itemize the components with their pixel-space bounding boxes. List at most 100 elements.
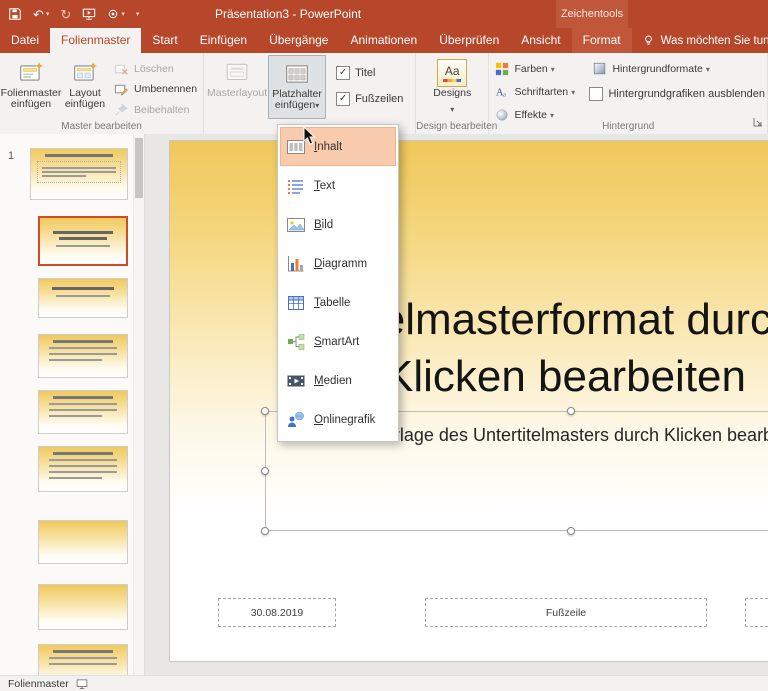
hide-background-graphics-checkbox[interactable] bbox=[589, 87, 604, 101]
statusbar: Folienmaster bbox=[0, 675, 768, 691]
slide-number-label: 1 bbox=[8, 150, 15, 162]
tell-me-search[interactable]: Was möchten Sie tun? bbox=[632, 28, 768, 53]
group-design-bearbeiten: Aa Designs Design bearbeiten bbox=[416, 53, 498, 134]
colors-label: Farben bbox=[514, 63, 554, 75]
text-placeholder-icon bbox=[286, 176, 306, 196]
pin-icon bbox=[115, 103, 128, 116]
resize-handle[interactable] bbox=[261, 467, 269, 475]
undo-button[interactable]: ↶ ▾ bbox=[33, 8, 49, 21]
customize-quick-access-button[interactable]: ▾ bbox=[136, 10, 140, 18]
slide-canvas: Titelmasterformat durch Klicken bearbeit… bbox=[146, 134, 768, 675]
thumbnail-title-layout-selected[interactable] bbox=[38, 216, 128, 266]
title-checkbox-row[interactable]: ✓ Titel bbox=[336, 66, 403, 80]
footers-checkbox-row[interactable]: ✓ Fußzeilen bbox=[336, 92, 403, 106]
slide-subtitle-text[interactable]: Formatvorlage des Untertitelmasters durc… bbox=[170, 425, 768, 446]
start-slideshow-button[interactable] bbox=[82, 7, 96, 21]
fonts-label: Schriftarten bbox=[514, 86, 575, 98]
thumbnail-layout[interactable] bbox=[38, 584, 128, 630]
tab-datei[interactable]: Datei bbox=[0, 28, 50, 53]
thumbnail-layout[interactable] bbox=[38, 644, 128, 675]
effects-icon bbox=[496, 109, 508, 121]
footers-checkbox[interactable]: ✓ bbox=[336, 92, 351, 106]
insert-placeholder-button[interactable]: Platzhalter einfügen bbox=[268, 55, 327, 119]
touch-mode-button[interactable]: ▾ bbox=[107, 8, 125, 20]
redo-button[interactable]: ↻ bbox=[60, 8, 71, 21]
thumbnail-layout[interactable] bbox=[38, 520, 128, 564]
menu-item-bild[interactable]: Bild bbox=[280, 205, 396, 244]
background-styles-button[interactable]: Hintergrundformate bbox=[589, 59, 765, 79]
resize-handle[interactable] bbox=[567, 407, 575, 415]
themes-icon: Aa bbox=[437, 59, 468, 87]
colors-icon bbox=[496, 62, 509, 76]
colors-button[interactable]: Farben bbox=[491, 59, 583, 79]
redo-icon: ↻ bbox=[60, 6, 72, 22]
group-label-design-bearbeiten: Design bearbeiten bbox=[416, 121, 498, 132]
themes-button[interactable]: Aa Designs bbox=[422, 55, 482, 119]
delete-button[interactable]: Löschen bbox=[110, 60, 201, 78]
tab-uebergaenge[interactable]: Übergänge bbox=[258, 28, 339, 53]
chart-placeholder-icon bbox=[286, 254, 306, 274]
group-label-master-bearbeiten: Master bearbeiten bbox=[61, 121, 142, 132]
dialog-launcher-button[interactable] bbox=[753, 114, 763, 132]
save-icon bbox=[9, 8, 21, 20]
table-placeholder-icon bbox=[286, 293, 306, 313]
menu-item-label: Medien bbox=[314, 374, 352, 387]
menu-item-smartart[interactable]: SmartArt bbox=[280, 322, 396, 361]
rename-button[interactable]: Umbenennen bbox=[110, 80, 201, 98]
tab-ueberpruefen[interactable]: Überprüfen bbox=[428, 28, 510, 53]
insert-slide-master-button[interactable]: Folienmaster einfügen bbox=[1, 55, 61, 119]
slide-title-placeholder[interactable]: Titelmasterformat durch Klicken bearbeit… bbox=[170, 291, 768, 405]
rename-icon bbox=[114, 84, 128, 96]
thumbnail-layout[interactable] bbox=[38, 334, 128, 378]
resize-handle[interactable] bbox=[261, 527, 269, 535]
master-layout-button[interactable]: Masterlayout bbox=[206, 55, 268, 119]
slide-thumbnail-panel: 1 bbox=[0, 134, 145, 675]
hide-background-graphics-row[interactable]: Hintergrundgrafiken ausblenden bbox=[589, 87, 765, 101]
thumbnail-layout[interactable] bbox=[38, 446, 128, 492]
tab-ansicht[interactable]: Ansicht bbox=[510, 28, 571, 53]
menu-item-text[interactable]: Text bbox=[280, 166, 396, 205]
menu-item-label: Onlinegrafik bbox=[314, 413, 376, 426]
menu-item-inhalt[interactable]: Inhalt bbox=[280, 127, 396, 166]
slide-editing-surface[interactable]: Titelmasterformat durch Klicken bearbeit… bbox=[170, 141, 768, 661]
preserve-button[interactable]: Beibehalten bbox=[110, 101, 201, 119]
menu-item-medien[interactable]: Medien bbox=[280, 361, 396, 400]
menu-item-tabelle[interactable]: Tabelle bbox=[280, 283, 396, 322]
thumbnail-scrollbar[interactable] bbox=[133, 134, 144, 675]
window-title: Präsentation3 - PowerPoint bbox=[215, 7, 362, 21]
menu-item-diagramm[interactable]: Diagramm bbox=[280, 244, 396, 283]
thumbnail-slide-master[interactable] bbox=[30, 148, 128, 200]
chevron-down-icon: ▾ bbox=[45, 11, 50, 18]
tab-start[interactable]: Start bbox=[141, 28, 188, 53]
insert-placeholder-menu: Inhalt Text Bild Diagramm Tabelle SmartA… bbox=[277, 124, 399, 442]
themes-label: Designs bbox=[433, 87, 472, 99]
insert-layout-button[interactable]: Layout einfügen bbox=[60, 55, 110, 119]
chevron-down-icon bbox=[450, 99, 454, 117]
tab-folienmaster[interactable]: Folienmaster bbox=[50, 28, 142, 53]
thumbnail-layout[interactable] bbox=[38, 278, 128, 318]
date-placeholder[interactable]: 30.08.2019 bbox=[218, 598, 336, 627]
slidenumber-placeholder[interactable] bbox=[745, 598, 768, 627]
footer-placeholder[interactable]: Fußzeile bbox=[425, 598, 707, 627]
resize-handle[interactable] bbox=[567, 527, 575, 535]
touch-mode-icon bbox=[109, 9, 118, 19]
insert-layout-icon bbox=[72, 58, 98, 88]
slide-title-line2: Klicken bearbeiten bbox=[383, 352, 746, 401]
menu-item-onlinegrafik[interactable]: Onlinegrafik bbox=[280, 400, 396, 439]
quick-access-toolbar: ↶ ▾ ↻ ▾ ▾ bbox=[8, 0, 139, 28]
thumbnail-layout[interactable] bbox=[38, 390, 128, 434]
menu-item-label: SmartArt bbox=[314, 335, 360, 348]
fonts-button[interactable]: Aa Schriftarten bbox=[491, 82, 583, 102]
tab-animationen[interactable]: Animationen bbox=[339, 28, 428, 53]
insert-placeholder-icon bbox=[284, 59, 310, 89]
tab-format[interactable]: Format bbox=[571, 28, 632, 53]
slideshow-icon bbox=[83, 8, 96, 20]
insert-slide-master-icon bbox=[18, 58, 44, 88]
save-button[interactable] bbox=[8, 7, 22, 21]
tab-einfuegen[interactable]: Einfügen bbox=[189, 28, 258, 53]
undo-icon: ↶ bbox=[33, 6, 44, 22]
delete-icon bbox=[114, 64, 128, 75]
title-checkbox[interactable]: ✓ bbox=[336, 66, 351, 80]
resize-handle[interactable] bbox=[261, 407, 269, 415]
scrollbar-thumb[interactable] bbox=[135, 138, 143, 198]
